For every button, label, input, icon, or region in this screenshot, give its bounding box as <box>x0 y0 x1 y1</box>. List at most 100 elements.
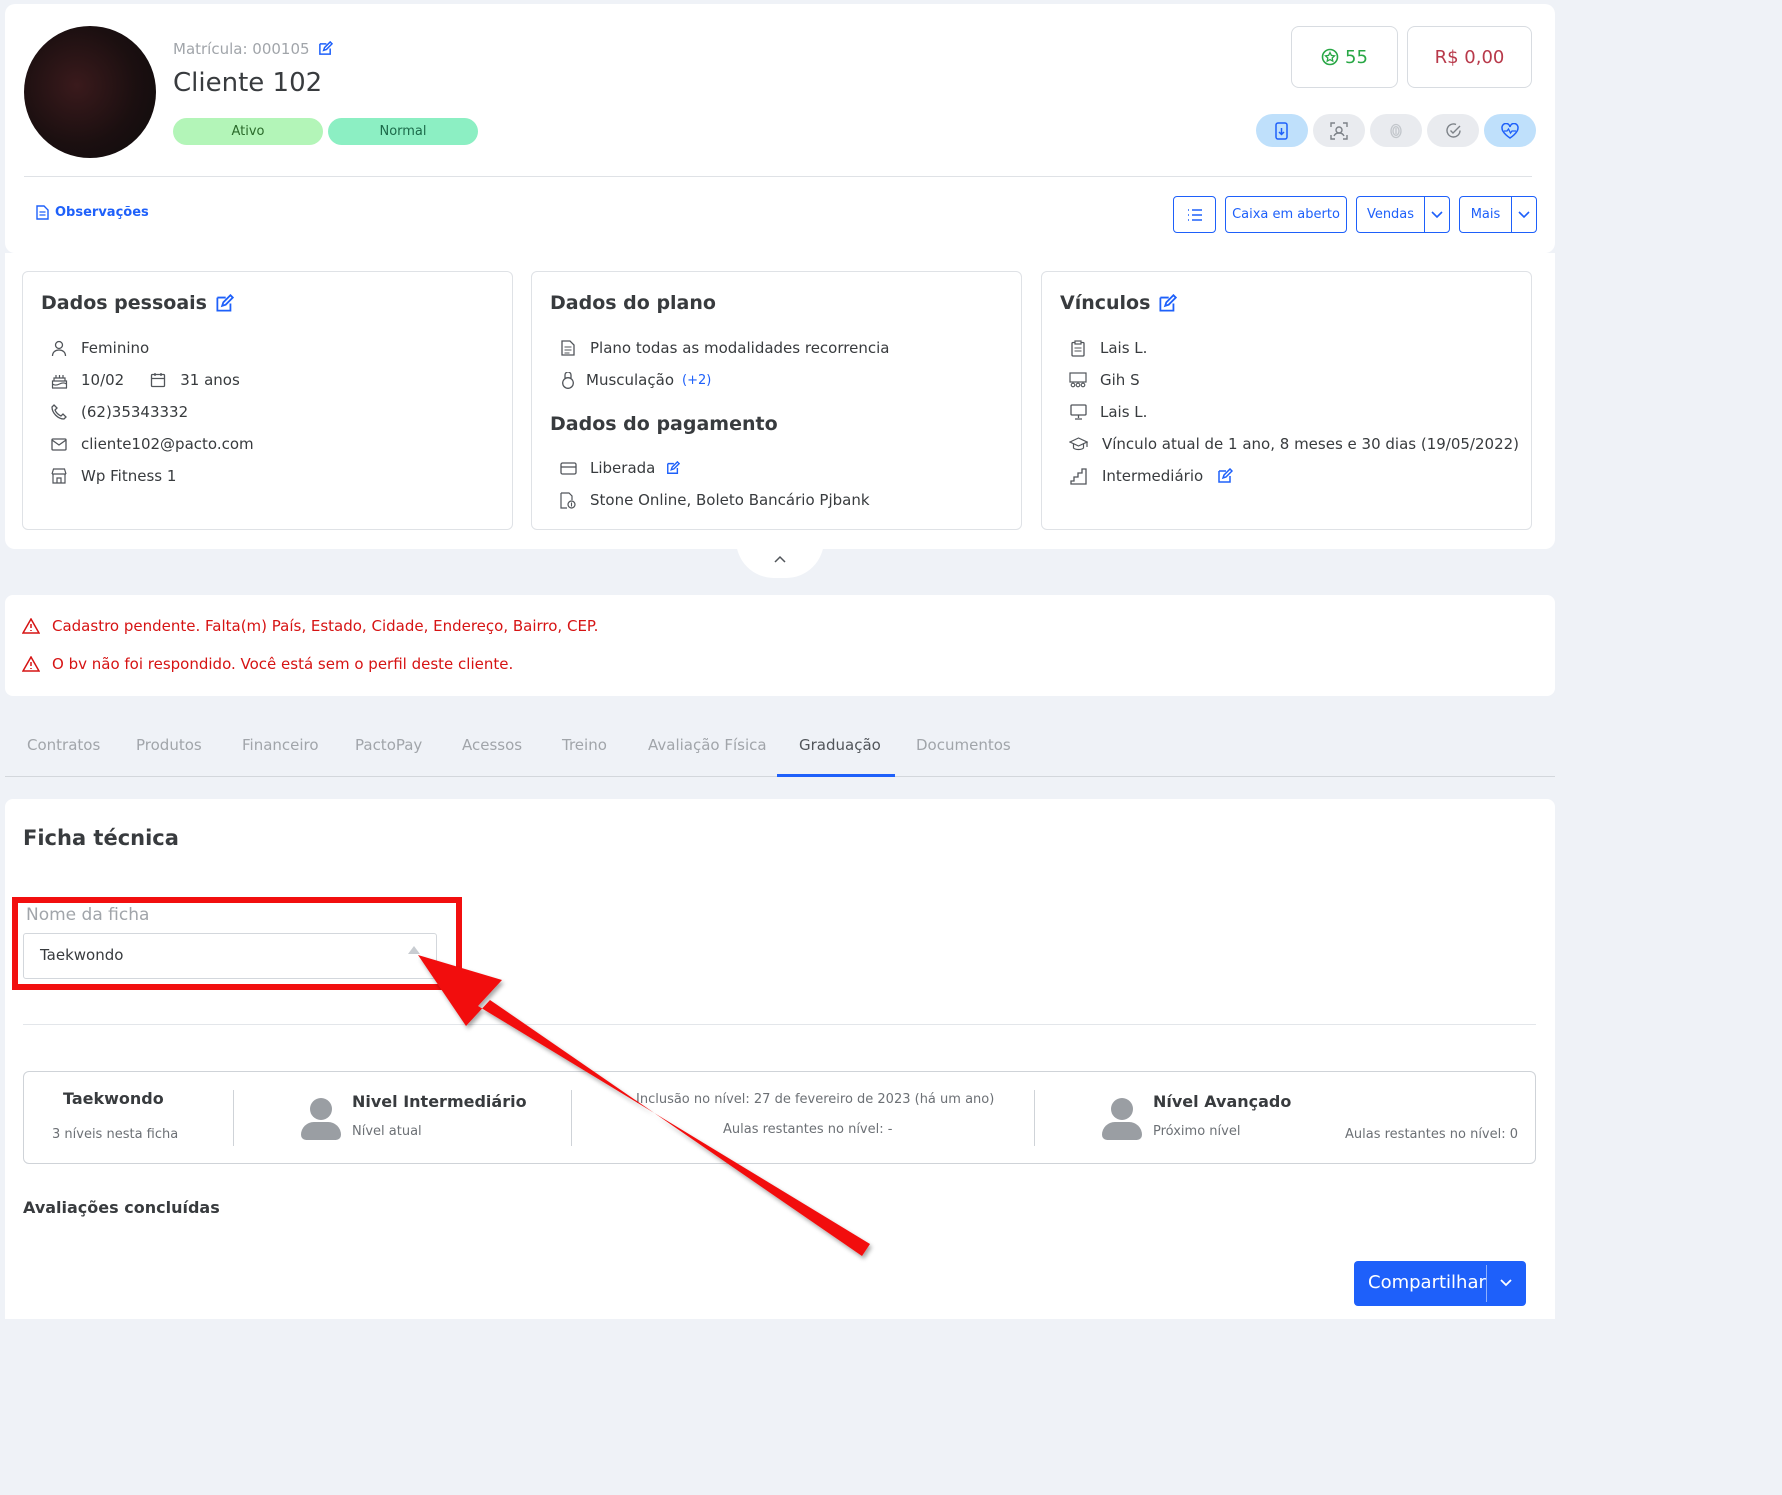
warning-icon <box>22 656 40 672</box>
mais-dropdown-toggle[interactable] <box>1511 196 1537 233</box>
balance-value: R$ 0,00 <box>1434 46 1505 68</box>
observacoes-link[interactable]: Observações <box>36 205 149 220</box>
warning-icon <box>22 618 40 634</box>
edit-icon[interactable] <box>1158 293 1178 313</box>
compartilhar-label: Compartilhar <box>1368 1272 1486 1293</box>
face-scan-icon <box>1330 121 1348 140</box>
tab-graduacao[interactable]: Graduação <box>799 736 881 754</box>
list-view-button[interactable] <box>1173 196 1216 233</box>
dados-pessoais-title: Dados pessoais <box>41 292 234 314</box>
phone-value: (62)35343332 <box>81 403 189 421</box>
clipboard-icon <box>1068 338 1088 358</box>
presentation-icon <box>1068 370 1088 390</box>
points-box[interactable]: 55 <box>1291 26 1398 88</box>
modality-more-link[interactable]: (+2) <box>682 373 711 388</box>
dados-plano-card: Dados do plano Plano todas as modalidade… <box>531 271 1022 530</box>
matricula-text: Matrícula: 000105 <box>173 40 310 58</box>
trainer-value: Gih S <box>1100 371 1140 389</box>
tab-treino[interactable]: Treino <box>562 736 607 754</box>
age-value: 31 anos <box>180 371 240 389</box>
mobile-app-button[interactable] <box>1256 114 1308 147</box>
plan-row: Plano todas as modalidades recorrencia <box>558 338 889 358</box>
compartilhar-button[interactable]: Compartilhar <box>1354 1261 1526 1306</box>
current-level-name: Nivel Intermediário <box>352 1092 527 1111</box>
vinculos-card: Vínculos Lais L. Gih S Lais L. Vínculo a… <box>1041 271 1532 530</box>
health-button[interactable] <box>1484 114 1536 147</box>
dados-pagamento-title: Dados do pagamento <box>550 413 778 435</box>
status-badge-ativo: Ativo <box>173 118 323 145</box>
checkin-button[interactable] <box>1427 114 1479 147</box>
edit-icon[interactable] <box>663 458 683 478</box>
points-value: 55 <box>1345 46 1368 68</box>
balance-box[interactable]: R$ 0,00 <box>1407 26 1532 88</box>
user-icon <box>49 338 69 358</box>
divider <box>571 1090 572 1146</box>
level-inclusion-date: Inclusão no nível: 27 de fevereiro de 20… <box>636 1092 995 1107</box>
phone-icon <box>49 402 69 422</box>
matricula: Matrícula: 000105 <box>173 40 334 58</box>
divider <box>1034 1090 1035 1146</box>
trainer-row: Gih S <box>1068 370 1140 390</box>
fingerprint-button[interactable] <box>1370 114 1422 147</box>
stairs-icon <box>1068 466 1088 486</box>
current-level-label: Nível atual <box>352 1124 422 1139</box>
heart-pulse-icon <box>1501 122 1519 139</box>
mais-button[interactable]: Mais <box>1459 196 1512 233</box>
edit-icon[interactable] <box>1215 466 1235 486</box>
split-divider <box>1486 1265 1487 1302</box>
face-recognition-button[interactable] <box>1313 114 1365 147</box>
points-badge-icon <box>1321 48 1339 66</box>
avaliacoes-concluidas-title: Avaliações concluídas <box>23 1198 220 1217</box>
vinculo-atual-row: Vínculo atual de 1 ano, 8 meses e 30 dia… <box>1068 434 1519 454</box>
collapse-info-button[interactable] <box>736 540 824 578</box>
alert-bv-nao-respondido: O bv não foi respondido. Você está sem o… <box>22 655 513 673</box>
plan-value: Plano todas as modalidades recorrencia <box>590 339 890 357</box>
graduation-cap-icon <box>1068 434 1088 454</box>
edit-icon[interactable] <box>215 293 234 313</box>
document-icon <box>36 205 49 220</box>
kettlebell-icon <box>558 370 578 390</box>
payment-methods-row: Stone Online, Boleto Bancário Pjbank <box>558 490 870 510</box>
ficha-name: Taekwondo <box>63 1089 164 1108</box>
calendar-icon <box>148 370 168 390</box>
payment-status-value: Liberada <box>590 459 656 477</box>
check-circle-icon <box>1445 122 1462 139</box>
avatar[interactable] <box>24 26 156 158</box>
vinculos-title: Vínculos <box>1060 292 1178 314</box>
professor-row: Lais L. <box>1068 402 1147 422</box>
tab-financeiro[interactable]: Financeiro <box>242 736 319 754</box>
status-badge-normal: Normal <box>328 118 478 145</box>
birthday-cake-icon <box>49 370 69 390</box>
vinculos-title-text: Vínculos <box>1060 292 1151 314</box>
tab-contratos[interactable]: Contratos <box>27 736 100 754</box>
edit-icon[interactable] <box>318 41 334 56</box>
user-avatar-icon <box>1102 1098 1142 1140</box>
caixa-em-aberto-button[interactable]: Caixa em aberto <box>1225 196 1347 233</box>
next-level-name: Nível Avançado <box>1153 1092 1292 1111</box>
vendas-button[interactable]: Vendas <box>1356 196 1425 233</box>
level-summary-card <box>23 1071 1536 1164</box>
gender-row: Feminino <box>49 338 149 358</box>
tab-avaliacao-fisica[interactable]: Avaliação Física <box>648 736 767 754</box>
consultant-row: Lais L. <box>1068 338 1147 358</box>
dados-pessoais-title-text: Dados pessoais <box>41 292 207 314</box>
professor-value: Lais L. <box>1100 403 1148 421</box>
vendas-dropdown-toggle[interactable] <box>1424 196 1450 233</box>
ficha-tecnica-title: Ficha técnica <box>23 826 179 850</box>
client-tabs: Contratos Produtos Financeiro PactoPay A… <box>5 716 1555 777</box>
observacoes-label: Observações <box>55 205 149 220</box>
tab-acessos[interactable]: Acessos <box>462 736 522 754</box>
contract-icon <box>558 338 578 358</box>
chevron-down-icon[interactable] <box>1500 1279 1512 1287</box>
email-row: cliente102@pacto.com <box>49 434 254 454</box>
tab-produtos[interactable]: Produtos <box>136 736 202 754</box>
chevron-up-icon <box>774 555 786 563</box>
payment-status-row: Liberada <box>558 458 683 478</box>
alert-cadastro-pendente: Cadastro pendente. Falta(m) País, Estado… <box>22 617 598 635</box>
phone-row: (62)35343332 <box>49 402 188 422</box>
tab-documentos[interactable]: Documentos <box>916 736 1011 754</box>
annotation-highlight-box <box>12 897 462 990</box>
unit-value: Wp Fitness 1 <box>81 467 177 485</box>
store-icon <box>49 466 69 486</box>
tab-pactopay[interactable]: PactoPay <box>355 736 422 754</box>
